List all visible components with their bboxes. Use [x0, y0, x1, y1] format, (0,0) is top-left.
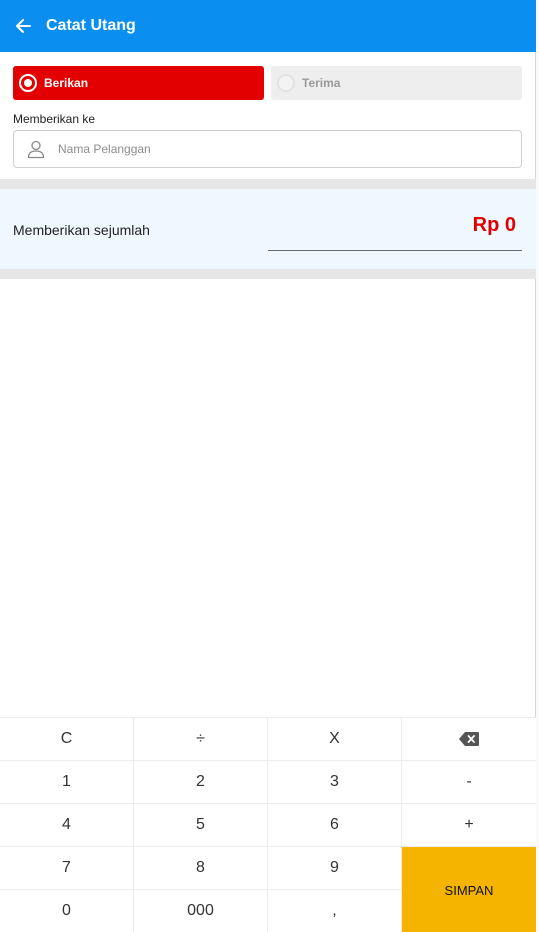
key-3[interactable]: 3 — [268, 761, 402, 804]
amount-label: Memberikan sejumlah — [13, 222, 150, 238]
key-clear[interactable]: C — [0, 718, 134, 761]
radio-selected-icon — [19, 74, 37, 92]
save-button[interactable]: SIMPAN — [402, 847, 536, 932]
berikan-label: Berikan — [44, 76, 89, 90]
customer-field-label: Memberikan ke — [13, 112, 96, 126]
key-2[interactable]: 2 — [134, 761, 268, 804]
key-divide[interactable]: ÷ — [134, 718, 268, 761]
terima-option[interactable]: Terima — [271, 66, 522, 100]
key-9[interactable]: 9 — [268, 847, 402, 890]
key-6[interactable]: 6 — [268, 804, 402, 847]
person-icon — [27, 140, 45, 159]
page-title: Catat Utang — [46, 17, 136, 34]
key-plus[interactable]: + — [402, 804, 536, 847]
backspace-icon — [459, 732, 479, 746]
calculator-keypad: C ÷ X 1 2 3 - 4 5 6 + 7 8 9 0 000 , SIMP… — [0, 717, 536, 932]
key-multiply[interactable]: X — [268, 718, 402, 761]
key-4[interactable]: 4 — [0, 804, 134, 847]
amount-value: Rp 0 — [472, 214, 516, 236]
debt-type-toggle: Berikan Terima — [13, 66, 522, 100]
radio-unselected-icon — [277, 74, 295, 92]
key-comma[interactable]: , — [268, 890, 402, 932]
app-bar: Catat Utang — [0, 0, 536, 52]
key-1[interactable]: 1 — [0, 761, 134, 804]
key-backspace[interactable] — [402, 718, 536, 761]
key-7[interactable]: 7 — [0, 847, 134, 890]
key-8[interactable]: 8 — [134, 847, 268, 890]
key-5[interactable]: 5 — [134, 804, 268, 847]
back-button[interactable] — [0, 0, 46, 52]
terima-label: Terima — [302, 76, 341, 90]
key-0[interactable]: 0 — [0, 890, 134, 932]
customer-name-input[interactable] — [58, 142, 498, 156]
amount-field[interactable]: Rp 0 — [268, 206, 522, 251]
key-minus[interactable]: - — [402, 761, 536, 804]
section-divider — [0, 179, 536, 189]
arrow-left-icon — [16, 19, 31, 33]
app-screen: Catat Utang Berikan Terima Memberikan ke… — [0, 0, 536, 932]
amount-panel: Memberikan sejumlah Rp 0 — [0, 189, 536, 269]
section-divider — [0, 269, 536, 279]
customer-field[interactable] — [13, 130, 522, 168]
berikan-option[interactable]: Berikan — [13, 66, 264, 100]
key-000[interactable]: 000 — [134, 890, 268, 932]
